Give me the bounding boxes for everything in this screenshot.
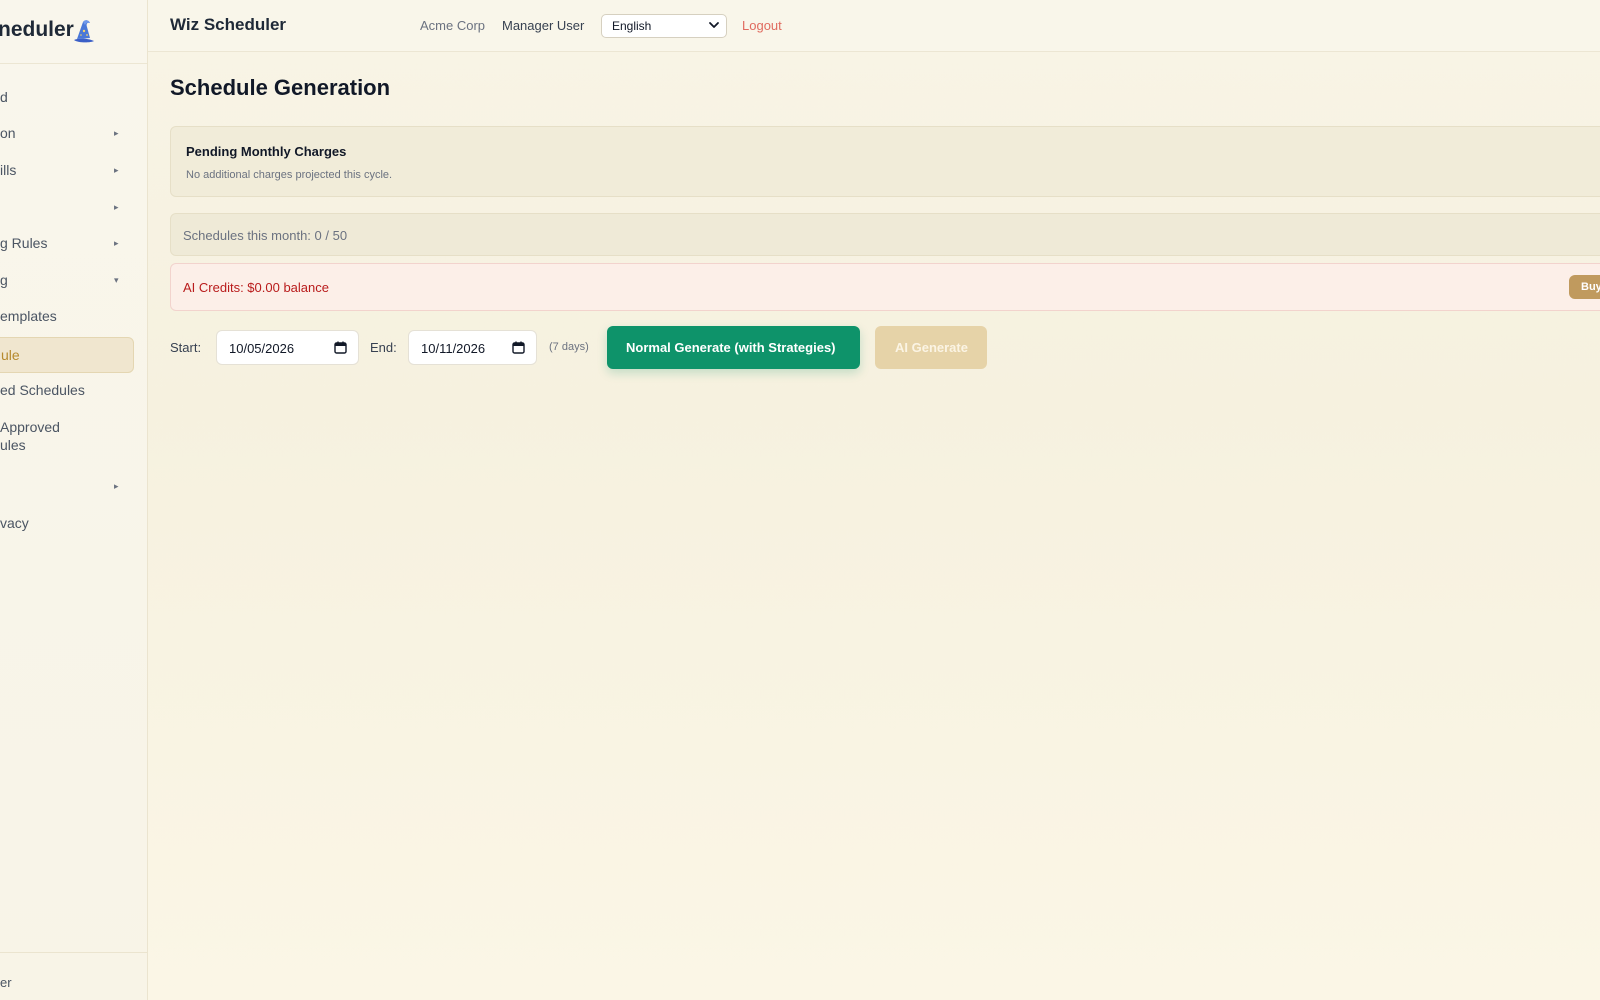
sidebar-item-organization[interactable]: on ▸ (0, 125, 132, 143)
sidebar-item-skills[interactable]: ills ▸ (0, 162, 132, 180)
sidebar-item-dashboard[interactable]: d (0, 89, 132, 107)
buy-credits-label: Buy (1581, 281, 1600, 293)
sidebar-item-group[interactable]: ▸ (0, 199, 132, 217)
caret-right-icon: ▸ (114, 128, 119, 138)
ai-credits-text: AI Credits: $0.00 balance (183, 280, 329, 295)
top-bar: Wiz Scheduler Acme Corp Manager User Eng… (148, 0, 1600, 52)
start-date-label: Start: (170, 340, 202, 355)
sidebar-brand: neduler (0, 0, 147, 64)
start-date-value: 10/05/2026 (229, 341, 295, 356)
ai-generate-button[interactable]: AI Generate (875, 326, 987, 369)
ai-credits-card: AI Credits: $0.00 balance Buy (170, 263, 1600, 311)
sidebar-item-templates[interactable]: emplates (0, 308, 132, 326)
sidebar-item-label: ed Schedules (0, 382, 85, 398)
sidebar-item-label: d (0, 89, 8, 105)
logout-link[interactable]: Logout (742, 18, 782, 33)
sidebar-item-privacy[interactable]: vacy (0, 515, 132, 533)
page-title: Schedule Generation (170, 75, 391, 100)
sidebar-item-approved-schedules[interactable]: Approved ules (0, 419, 132, 459)
sidebar-footer: er (0, 952, 147, 1000)
buy-credits-button[interactable]: Buy (1569, 275, 1600, 299)
caret-down-icon: ▾ (114, 275, 119, 285)
sidebar-item-scheduling[interactable]: g ▾ (0, 272, 132, 290)
sidebar-item-label: emplates (0, 308, 57, 324)
sidebar-item-label: on (0, 125, 16, 141)
sidebar-item-label: ills (0, 162, 17, 178)
brand-title: neduler (0, 18, 74, 41)
pending-charges-subtitle: No additional charges projected this cyc… (186, 169, 393, 181)
sidebar-item-label: ules (0, 437, 26, 453)
caret-right-icon: ▸ (114, 165, 119, 175)
end-date-input[interactable]: 10/11/2026 (408, 330, 537, 365)
sidebar-item-label: ule (1, 347, 20, 363)
start-date-input[interactable]: 10/05/2026 (216, 330, 359, 365)
end-date-value: 10/11/2026 (421, 341, 486, 356)
sidebar-item-label: vacy (0, 515, 29, 531)
wizard-hat-icon (74, 20, 94, 43)
calendar-icon[interactable] (334, 341, 347, 354)
days-count-note: (7 days) (549, 341, 589, 353)
sidebar-item-settings[interactable]: ▸ (0, 478, 132, 496)
user-name: Manager User (502, 18, 585, 33)
sidebar-item-generate-schedule[interactable]: ule (0, 337, 134, 373)
end-date-label: End: (370, 340, 397, 355)
org-name: Acme Corp (420, 18, 486, 33)
language-select-value: English (612, 19, 652, 33)
sidebar: neduler d on ▸ ills ▸ ▸ g Rules ▸ g ▾ em… (0, 0, 148, 1000)
sidebar-item-label: g Rules (0, 235, 48, 251)
ai-generate-label: AI Generate (895, 340, 968, 355)
pending-charges-title: Pending Monthly Charges (186, 144, 347, 159)
caret-right-icon: ▸ (114, 238, 119, 248)
normal-generate-button[interactable]: Normal Generate (with Strategies) (607, 326, 860, 369)
sidebar-item-label: g (0, 272, 8, 288)
sidebar-item-scheduling-rules[interactable]: g Rules ▸ (0, 235, 132, 253)
schedule-usage-card: Schedules this month: 0 / 50 (170, 213, 1600, 256)
schedule-usage-text: Schedules this month: 0 / 50 (183, 228, 348, 243)
language-select[interactable]: English (601, 14, 727, 38)
sidebar-footer-label[interactable]: er (0, 975, 12, 990)
caret-right-icon: ▸ (114, 202, 119, 212)
caret-right-icon: ▸ (114, 481, 119, 491)
sidebar-item-label: Approved (0, 419, 60, 435)
chevron-down-icon (709, 22, 719, 28)
pending-charges-card: Pending Monthly Charges No additional ch… (170, 126, 1600, 197)
normal-generate-label: Normal Generate (with Strategies) (626, 340, 836, 355)
sidebar-item-saved-schedules[interactable]: ed Schedules (0, 382, 132, 400)
app-title: Wiz Scheduler (170, 15, 287, 34)
calendar-icon[interactable] (512, 341, 525, 354)
